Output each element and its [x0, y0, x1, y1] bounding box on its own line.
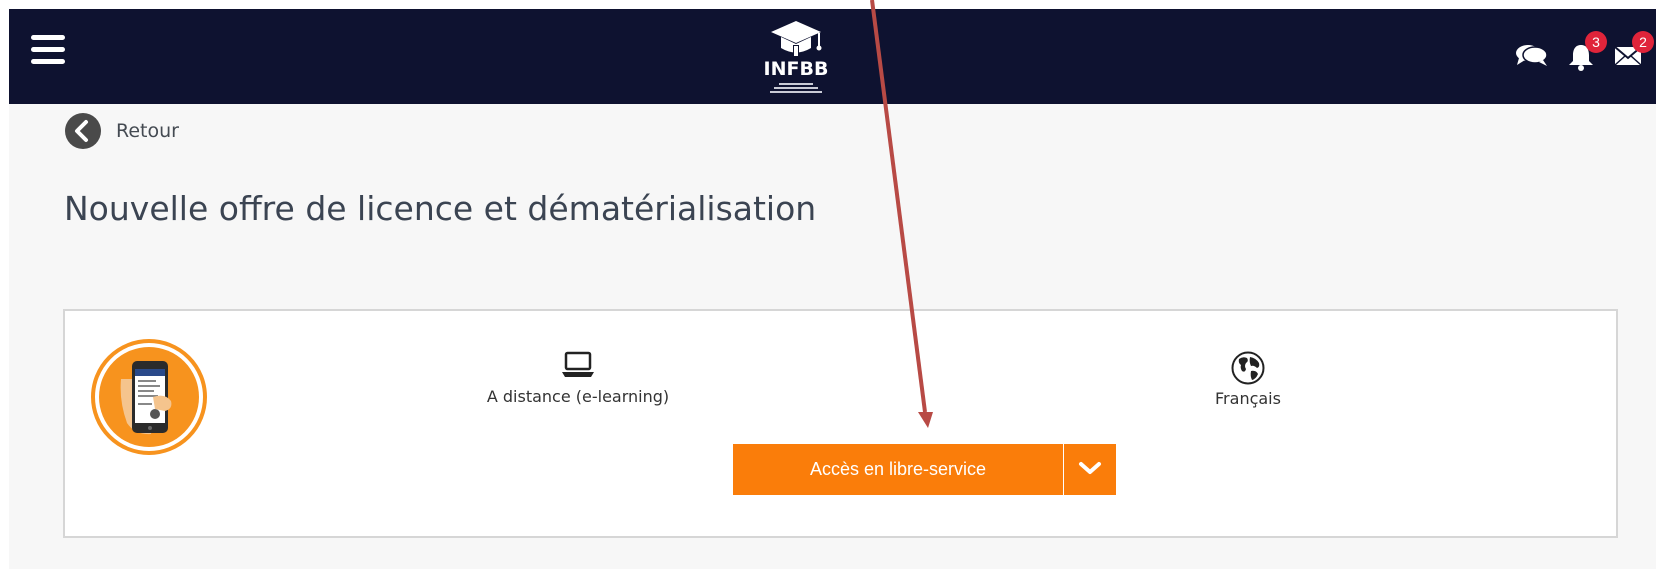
- course-language-label: Français: [1215, 389, 1281, 408]
- logo-text: INFBB: [763, 58, 829, 80]
- course-language: Français: [1173, 351, 1323, 408]
- top-navbar: INFBB 3 2: [9, 9, 1656, 104]
- delivery-mode-label: A distance (e-learning): [486, 387, 670, 406]
- mobile-license-icon: [91, 339, 207, 455]
- messages-button[interactable]: 2: [1614, 31, 1656, 71]
- access-options-dropdown[interactable]: [1064, 444, 1116, 495]
- chevron-down-icon: [1079, 462, 1101, 474]
- laptop-icon: [562, 351, 594, 377]
- course-card: A distance (e-learning) Français Accès e…: [63, 309, 1618, 538]
- menu-icon[interactable]: [31, 35, 65, 65]
- access-button-group: Accès en libre-service: [733, 444, 1116, 495]
- delivery-mode: A distance (e-learning): [468, 351, 688, 406]
- page-title: Nouvelle offre de licence et dématériali…: [64, 189, 817, 228]
- notifications-badge: 3: [1585, 31, 1607, 53]
- graduation-cap-icon: [771, 21, 822, 57]
- app-frame: INFBB 3 2 Retour Nouvelle offre de licen…: [9, 9, 1656, 569]
- globe-icon: [1231, 351, 1265, 385]
- self-service-access-button[interactable]: Accès en libre-service: [733, 444, 1063, 495]
- logo-tagline: [769, 83, 823, 93]
- infbb-logo[interactable]: INFBB: [761, 15, 831, 97]
- messages-badge: 2: [1632, 31, 1654, 53]
- notifications-button[interactable]: 3: [1566, 31, 1616, 71]
- chat-icon[interactable]: [1515, 42, 1549, 68]
- back-label: Retour: [116, 120, 179, 142]
- chevron-left-icon: [65, 113, 101, 149]
